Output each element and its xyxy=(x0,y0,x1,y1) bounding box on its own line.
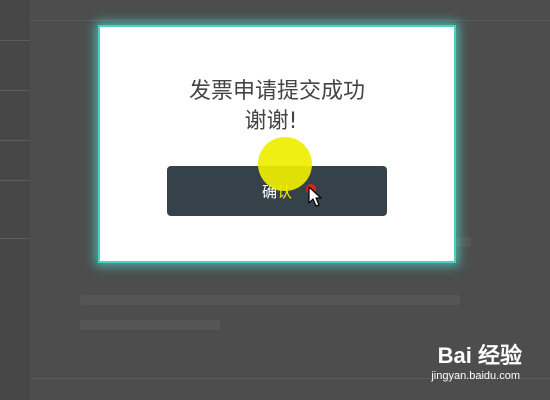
watermark-logo: Bai 经验 xyxy=(437,343,522,368)
click-highlight-icon xyxy=(258,137,312,191)
mouse-cursor-icon xyxy=(308,186,322,207)
background-text-line xyxy=(455,237,471,247)
divider xyxy=(30,20,550,21)
divider xyxy=(0,180,30,181)
dialog-message-line1: 发票申请提交成功 xyxy=(188,79,365,104)
divider xyxy=(0,90,30,91)
background-sidebar xyxy=(0,0,30,400)
divider xyxy=(0,140,30,141)
divider xyxy=(0,238,30,239)
dialog-message: 发票申请提交成功 谢谢! xyxy=(100,77,454,137)
baidu-jingyan-watermark: Bai 经验 jingyan.baidu.com xyxy=(406,338,526,394)
divider xyxy=(0,40,30,41)
dialog-message-line2: 谢谢! xyxy=(244,109,298,134)
watermark-url: jingyan.baidu.com xyxy=(431,370,520,382)
background-text-line xyxy=(80,320,220,330)
background-text-line xyxy=(80,295,460,305)
